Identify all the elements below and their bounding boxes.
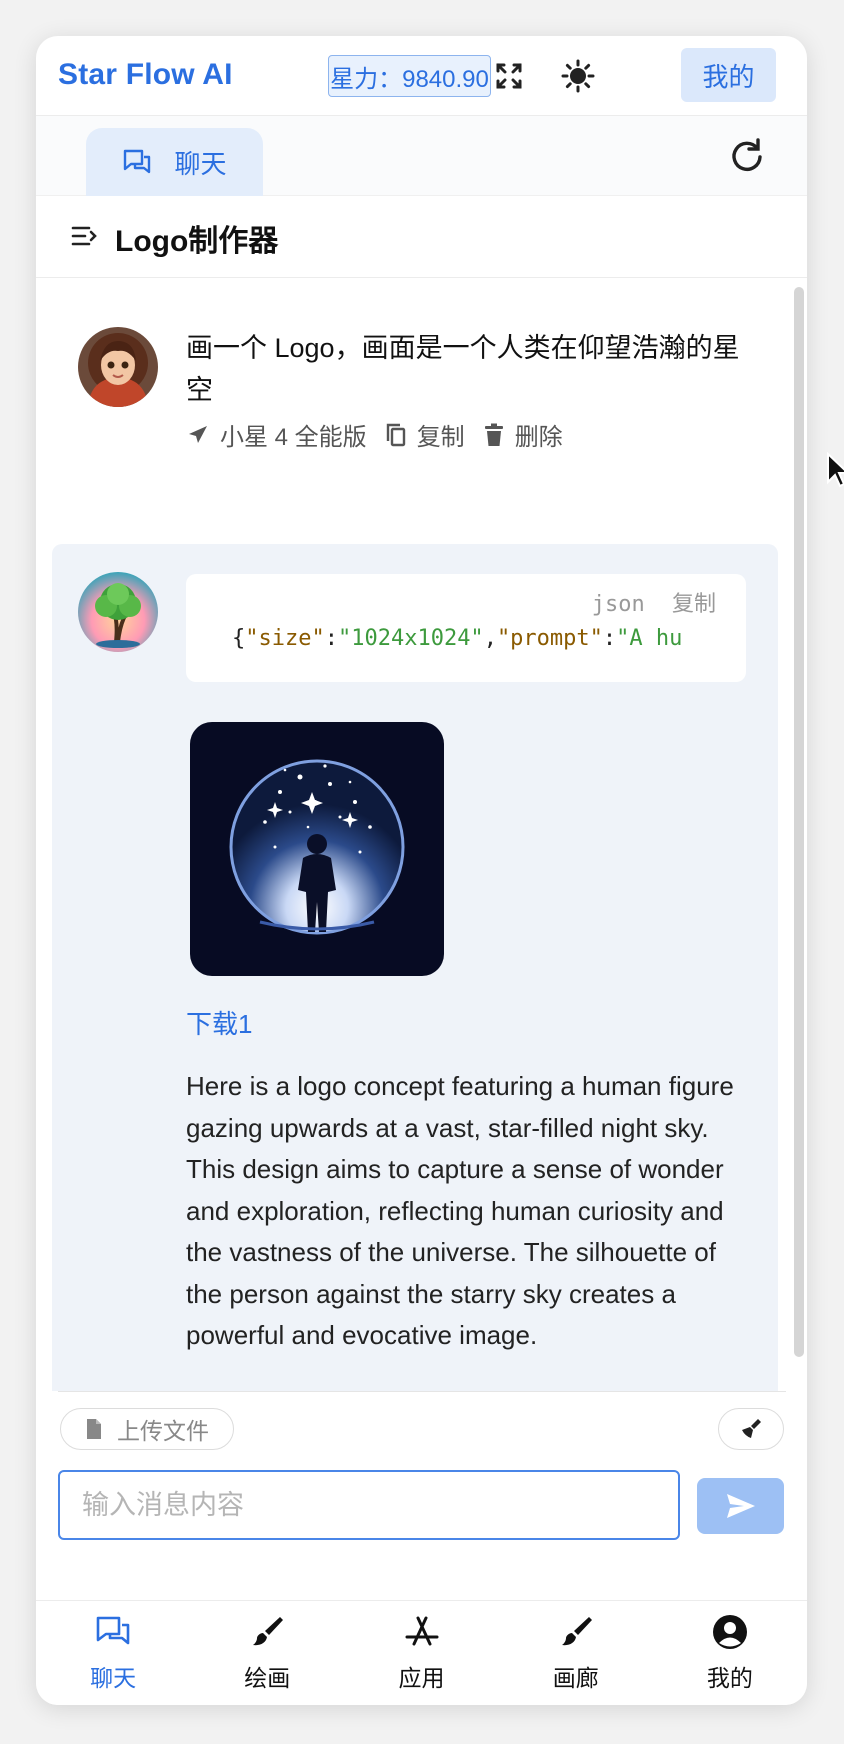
nav-label-apps: 应用	[398, 1665, 445, 1691]
broom-icon	[742, 1419, 761, 1438]
user-message-actions: 小星 4 全能版 复制 删除	[186, 417, 581, 452]
tab-chat-label: 聊天	[174, 148, 227, 179]
user-avatar	[78, 327, 158, 407]
trash-icon	[484, 423, 503, 446]
nav-item-gallery[interactable]: 画廊	[499, 1601, 653, 1705]
nav-item-draw[interactable]: 绘画	[190, 1601, 344, 1705]
delete-button[interactable]: 删除	[483, 417, 563, 452]
copy-label: 复制	[416, 424, 465, 451]
nav-label-mine: 我的	[706, 1665, 753, 1691]
tab-bar: 聊天	[36, 116, 807, 196]
code-content[interactable]: {"size":"1024x1024","prompt":"A hu	[232, 626, 716, 651]
tab-chat[interactable]: 聊天	[86, 128, 263, 196]
nav-item-apps[interactable]: 应用	[344, 1601, 498, 1705]
chat-area[interactable]: 画一个 Logo，画面是一个人类在仰望浩瀚的星空 小星 4 全能版 复制 删除 …	[36, 279, 807, 1391]
brand-title[interactable]: Star Flow AI	[58, 58, 233, 92]
chat-icon	[94, 1613, 132, 1651]
app-window: Star Flow AI 星力：9840.90 我的 聊天 Logo制作器 画一…	[36, 36, 807, 1705]
nav-label-chat: 聊天	[90, 1665, 137, 1691]
menu-icon[interactable]	[70, 222, 98, 250]
chat-scrollbar[interactable]	[794, 287, 804, 1357]
model-label: 小星 4 全能版	[220, 424, 367, 451]
bot-avatar	[78, 572, 158, 652]
copy-button[interactable]: 复制	[385, 417, 465, 452]
model-tag: 小星 4 全能版	[186, 417, 367, 452]
refresh-icon[interactable]	[726, 136, 766, 176]
top-header: Star Flow AI 星力：9840.90 我的	[36, 36, 807, 116]
delete-label: 删除	[514, 424, 563, 451]
nav-label-draw: 绘画	[244, 1665, 291, 1691]
nav-item-mine[interactable]: 我的	[653, 1601, 807, 1705]
download-link[interactable]: 下载1	[186, 1004, 252, 1041]
mouse-cursor-icon	[826, 451, 844, 488]
bottom-nav: 聊天 绘画 应用 画廊 我的	[36, 1600, 807, 1705]
mine-button[interactable]: 我的	[681, 48, 776, 102]
clear-chat-button[interactable]	[718, 1408, 784, 1450]
upload-file-label: 上传文件	[117, 1418, 209, 1444]
user-circle-icon	[711, 1613, 749, 1651]
user-message-text: 画一个 Logo，画面是一个人类在仰望浩瀚的星空	[186, 333, 740, 405]
fullscreen-icon[interactable]	[491, 58, 527, 94]
page-title: Logo制作器	[115, 225, 279, 258]
bot-message-text: Here is a logo concept featuring a human…	[186, 1071, 734, 1350]
file-icon	[87, 1419, 101, 1439]
chat-title-bar: Logo制作器	[36, 196, 807, 278]
send-button[interactable]	[697, 1478, 784, 1534]
bot-message: json 复制 {"size":"1024x1024","prompt":"A …	[52, 544, 778, 1391]
upload-file-button[interactable]: 上传文件	[60, 1408, 234, 1450]
send-icon	[726, 1494, 755, 1518]
code-block: json 复制 {"size":"1024x1024","prompt":"A …	[186, 574, 746, 682]
plane-icon	[189, 425, 207, 443]
star-power-badge[interactable]: 星力：9840.90	[328, 55, 491, 97]
sun-icon[interactable]	[560, 58, 596, 94]
gallery-brush-icon	[557, 1613, 595, 1651]
composer-divider	[58, 1391, 786, 1392]
nav-label-gallery: 画廊	[552, 1665, 599, 1691]
code-copy-button[interactable]: 复制	[672, 592, 716, 617]
apps-icon	[403, 1613, 441, 1651]
chat-icon	[124, 149, 151, 174]
code-lang: json	[591, 592, 645, 617]
nav-item-chat[interactable]: 聊天	[36, 1601, 190, 1705]
copy-icon	[386, 423, 405, 446]
brush-icon	[248, 1613, 286, 1651]
code-header: json 复制	[578, 586, 716, 618]
generated-image[interactable]	[190, 722, 444, 976]
message-input[interactable]	[58, 1470, 680, 1540]
